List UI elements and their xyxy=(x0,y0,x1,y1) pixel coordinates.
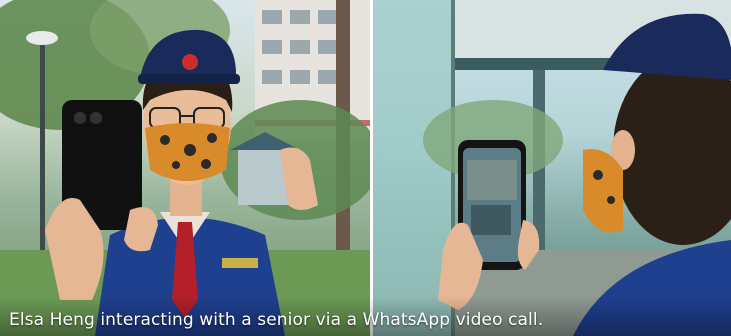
right-photo-illustration xyxy=(373,0,731,336)
right-photo xyxy=(373,0,731,336)
left-photo-illustration xyxy=(0,0,370,336)
left-photo xyxy=(0,0,370,336)
photo-figure: Elsa Heng interacting with a senior via … xyxy=(0,0,731,336)
photo-caption: Elsa Heng interacting with a senior via … xyxy=(9,310,544,330)
